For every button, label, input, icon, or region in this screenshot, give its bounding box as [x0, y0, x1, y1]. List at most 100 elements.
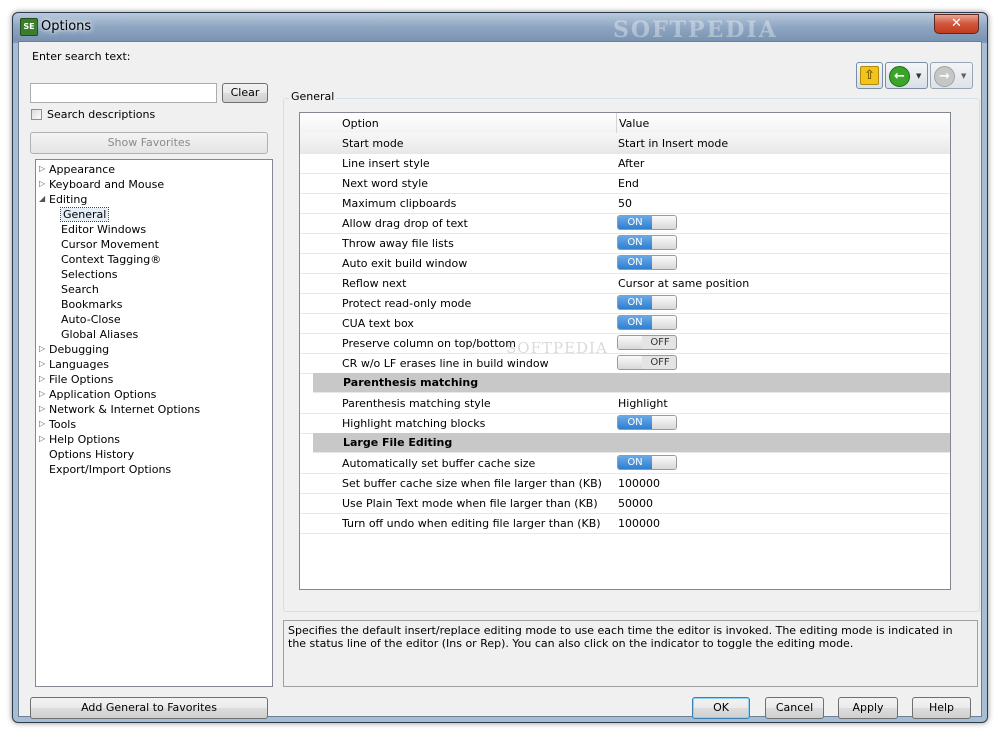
- tree-item[interactable]: File Options: [49, 372, 113, 387]
- option-value[interactable]: 50000: [618, 497, 653, 510]
- toggle-knob[interactable]: [652, 256, 676, 269]
- tree-item[interactable]: Debugging: [49, 342, 109, 357]
- toggle-knob[interactable]: [652, 316, 676, 329]
- options-tree[interactable]: Appearance Keyboard and Mouse EditingGener…: [35, 159, 273, 687]
- tree-item[interactable]: Bookmarks: [61, 297, 122, 312]
- tree-item[interactable]: Appearance: [49, 162, 115, 177]
- option-value[interactable]: Start in Insert mode: [618, 137, 728, 150]
- close-button[interactable]: ✕: [934, 14, 979, 34]
- option-row[interactable]: Maximum clipboards 50: [300, 193, 950, 214]
- tree-item[interactable]: Keyboard and Mouse: [49, 177, 164, 192]
- option-row[interactable]: Automatically set buffer cache size ON: [300, 453, 950, 474]
- tree-item[interactable]: Selections: [61, 267, 117, 282]
- option-row[interactable]: Turn off undo when editing file larger t…: [300, 513, 950, 534]
- toggle-on-label: ON: [618, 216, 652, 229]
- option-row[interactable]: Reflow next Cursor at same position: [300, 273, 950, 294]
- toggle-knob[interactable]: [652, 216, 676, 229]
- option-value[interactable]: Cursor at same position: [618, 277, 749, 290]
- tree-item[interactable]: General: [59, 207, 110, 222]
- tree-item[interactable]: Languages: [49, 357, 109, 372]
- option-toggle[interactable]: ON: [617, 235, 677, 250]
- option-row[interactable]: Line insert style After: [300, 153, 950, 174]
- expand-triangle-icon[interactable]: [39, 404, 47, 414]
- tree-item[interactable]: Help Options: [49, 432, 120, 447]
- back-button[interactable]: ← ▼: [885, 62, 928, 89]
- option-value[interactable]: End: [618, 177, 639, 190]
- apply-button[interactable]: Apply: [838, 697, 898, 719]
- forward-button[interactable]: → ▼: [930, 62, 973, 89]
- forward-dropdown-icon[interactable]: ▼: [961, 72, 966, 80]
- option-toggle[interactable]: ON: [617, 215, 677, 230]
- options-grid[interactable]: Option Value Start mode Start in Insert m…: [299, 112, 951, 590]
- tree-item[interactable]: Cursor Movement: [61, 237, 159, 252]
- options-window: SE Options SOFTPEDIA ✕ Enter search text…: [12, 12, 988, 723]
- tree-item[interactable]: Editing: [49, 192, 87, 207]
- expand-triangle-icon[interactable]: [39, 434, 47, 444]
- option-value[interactable]: 100000: [618, 517, 660, 530]
- toggle-knob[interactable]: [652, 296, 676, 309]
- option-toggle[interactable]: OFF: [617, 335, 677, 350]
- option-value[interactable]: After: [618, 157, 644, 170]
- expand-triangle-icon[interactable]: [39, 359, 47, 369]
- help-button[interactable]: Help: [912, 697, 971, 719]
- toggle-on-label: ON: [618, 296, 652, 309]
- back-dropdown-icon[interactable]: ▼: [916, 72, 921, 80]
- add-to-favorites-button[interactable]: Add General to Favorites: [30, 697, 268, 719]
- option-toggle[interactable]: ON: [617, 455, 677, 470]
- tree-item[interactable]: Network & Internet Options: [49, 402, 200, 417]
- option-toggle[interactable]: ON: [617, 415, 677, 430]
- search-label: Enter search text:: [32, 50, 131, 63]
- option-row[interactable]: Auto exit build window ON: [300, 253, 950, 274]
- search-descriptions-checkbox[interactable]: [31, 109, 42, 120]
- tree-item[interactable]: Auto-Close: [61, 312, 121, 327]
- option-row[interactable]: Next word style End: [300, 173, 950, 194]
- toggle-knob[interactable]: [618, 336, 642, 349]
- option-row[interactable]: Set buffer cache size when file larger t…: [300, 473, 950, 494]
- tree-item[interactable]: Global Aliases: [61, 327, 138, 342]
- column-header-value[interactable]: Value: [619, 117, 649, 130]
- option-toggle[interactable]: OFF: [617, 355, 677, 370]
- expand-triangle-icon[interactable]: [39, 389, 47, 399]
- option-row[interactable]: Use Plain Text mode when file larger tha…: [300, 493, 950, 514]
- collapse-triangle-icon[interactable]: [39, 194, 47, 204]
- search-input[interactable]: [30, 83, 217, 103]
- tree-item[interactable]: Search: [61, 282, 99, 297]
- column-header-option[interactable]: Option: [342, 117, 379, 130]
- tree-item[interactable]: Application Options: [49, 387, 156, 402]
- cancel-button[interactable]: Cancel: [765, 697, 824, 719]
- clear-button[interactable]: Clear: [222, 83, 268, 103]
- option-row[interactable]: Allow drag drop of text ON: [300, 213, 950, 234]
- expand-triangle-icon[interactable]: [39, 164, 47, 174]
- tree-item[interactable]: Tools: [49, 417, 76, 432]
- title-bar[interactable]: SE Options SOFTPEDIA ✕: [13, 13, 987, 43]
- expand-triangle-icon[interactable]: [39, 179, 47, 189]
- expand-triangle-icon[interactable]: [39, 374, 47, 384]
- toggle-knob[interactable]: [652, 236, 676, 249]
- option-row[interactable]: CUA text box ON: [300, 313, 950, 334]
- option-row[interactable]: CR w/o LF erases line in build window OFF: [300, 353, 950, 374]
- option-toggle[interactable]: ON: [617, 295, 677, 310]
- ok-button[interactable]: OK: [692, 697, 750, 719]
- toggle-knob[interactable]: [618, 356, 642, 369]
- option-row[interactable]: Throw away file lists ON: [300, 233, 950, 254]
- tree-item[interactable]: Export/Import Options: [49, 462, 171, 477]
- option-value[interactable]: 50: [618, 197, 632, 210]
- option-row[interactable]: Start mode Start in Insert mode: [300, 133, 950, 154]
- option-row[interactable]: Preserve column on top/bottom OFF: [300, 333, 950, 354]
- option-row[interactable]: Highlight matching blocks ON: [300, 413, 950, 434]
- option-row[interactable]: Parenthesis matching style Highlight: [300, 393, 950, 414]
- option-toggle[interactable]: ON: [617, 315, 677, 330]
- tree-item[interactable]: Context Tagging®: [61, 252, 161, 267]
- show-favorites-button[interactable]: Show Favorites: [30, 132, 268, 154]
- option-value[interactable]: 100000: [618, 477, 660, 490]
- expand-triangle-icon[interactable]: [39, 419, 47, 429]
- toggle-knob[interactable]: [652, 456, 676, 469]
- tree-item[interactable]: Editor Windows: [61, 222, 146, 237]
- option-row[interactable]: Protect read-only mode ON: [300, 293, 950, 314]
- tree-item[interactable]: Options History: [49, 447, 134, 462]
- option-value[interactable]: Highlight: [618, 397, 668, 410]
- expand-triangle-icon[interactable]: [39, 344, 47, 354]
- up-button[interactable]: ⇧: [856, 62, 883, 89]
- toggle-knob[interactable]: [652, 416, 676, 429]
- option-toggle[interactable]: ON: [617, 255, 677, 270]
